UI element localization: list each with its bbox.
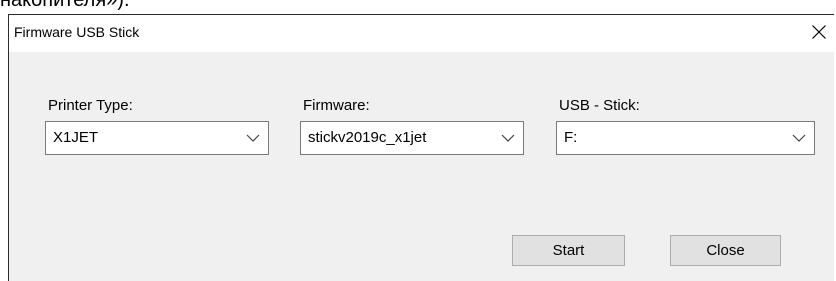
window-title: Firmware USB Stick <box>14 24 140 40</box>
dialog-window: Firmware USB Stick Printer Type: X1JET F… <box>8 14 834 281</box>
close-button[interactable]: Close <box>670 235 781 266</box>
usb-stick-label: USB - Stick: <box>559 97 640 114</box>
firmware-select[interactable]: stickv2019c_x1jet <box>300 121 524 155</box>
start-button[interactable]: Start <box>512 235 625 266</box>
chevron-down-icon <box>792 134 806 142</box>
title-bar: Firmware USB Stick <box>9 15 834 52</box>
firmware-label: Firmware: <box>303 97 370 114</box>
close-icon <box>812 25 826 39</box>
printer-type-value: X1JET <box>53 129 99 146</box>
background-document-text: накопителя»). <box>0 0 130 11</box>
chevron-down-icon <box>501 134 515 142</box>
chevron-down-icon <box>246 134 260 142</box>
printer-type-label: Printer Type: <box>48 97 133 114</box>
page: накопителя»). Firmware USB Stick Printer… <box>0 0 836 281</box>
usb-stick-value: F: <box>564 129 578 146</box>
firmware-value: stickv2019c_x1jet <box>308 129 427 146</box>
usb-stick-select[interactable]: F: <box>556 121 815 155</box>
close-window-button[interactable] <box>806 19 832 45</box>
printer-type-select[interactable]: X1JET <box>45 121 269 155</box>
